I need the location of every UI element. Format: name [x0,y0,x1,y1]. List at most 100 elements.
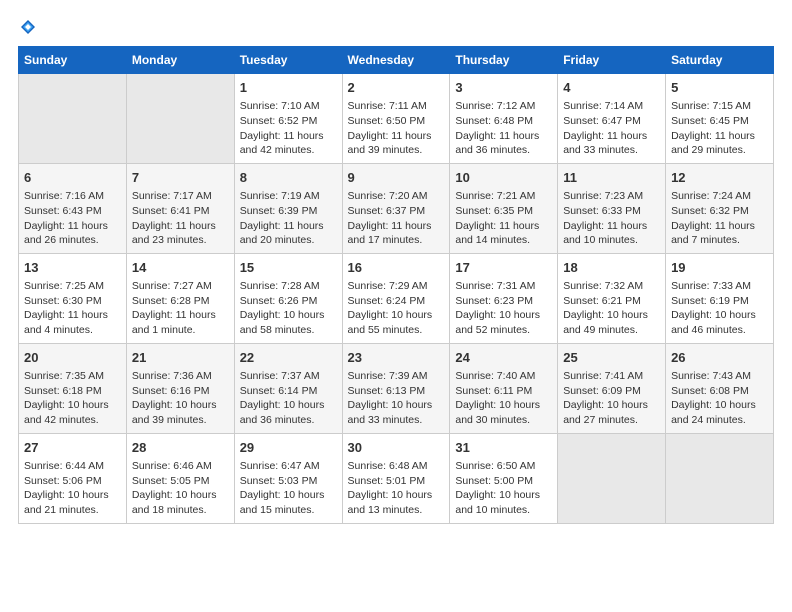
calendar-cell: 8 Sunrise: 7:19 AM Sunset: 6:39 PM Daylig… [234,163,342,253]
cell-content: Sunrise: 7:14 AM Sunset: 6:47 PM Dayligh… [563,99,660,158]
calendar-cell: 11 Sunrise: 7:23 AM Sunset: 6:33 PM Dayli… [558,163,666,253]
calendar-cell: 16Sunrise: 7:29 AM Sunset: 6:24 PM Dayli… [342,253,450,343]
calendar-cell: 29 Sunrise: 6:47 AM Sunset: 5:03 PM Dayli… [234,433,342,523]
cell-content: Sunrise: 7:23 AM Sunset: 6:33 PM Dayligh… [563,189,660,248]
calendar-cell: 22 Sunrise: 7:37 AM Sunset: 6:14 PM Dayli… [234,343,342,433]
header-day-thursday: Thursday [450,47,558,74]
day-number: 23 [348,349,445,367]
header-day-saturday: Saturday [666,47,774,74]
day-number: 13 [24,259,121,277]
cell-content: Sunrise: 7:25 AM Sunset: 6:30 PM Dayligh… [24,279,121,338]
day-number: 20 [24,349,121,367]
cell-content: Sunrise: 6:48 AM Sunset: 5:01 PM Dayligh… [348,459,445,518]
calendar-cell: 1 Sunrise: 7:10 AM Sunset: 6:52 PM Daylig… [234,74,342,164]
header-day-tuesday: Tuesday [234,47,342,74]
day-number: 21 [132,349,229,367]
day-number: 2 [348,79,445,97]
calendar-cell: 9Sunrise: 7:20 AM Sunset: 6:37 PM Daylig… [342,163,450,253]
calendar-cell: 4 Sunrise: 7:14 AM Sunset: 6:47 PM Daylig… [558,74,666,164]
calendar-cell: 7 Sunrise: 7:17 AM Sunset: 6:41 PM Daylig… [126,163,234,253]
day-number: 22 [240,349,337,367]
header-day-monday: Monday [126,47,234,74]
week-row-2: 6 Sunrise: 7:16 AM Sunset: 6:43 PM Daylig… [19,163,774,253]
cell-content: Sunrise: 7:37 AM Sunset: 6:14 PM Dayligh… [240,369,337,428]
cell-content: Sunrise: 7:19 AM Sunset: 6:39 PM Dayligh… [240,189,337,248]
cell-content: Sunrise: 6:44 AM Sunset: 5:06 PM Dayligh… [24,459,121,518]
calendar-cell: 13 Sunrise: 7:25 AM Sunset: 6:30 PM Dayli… [19,253,127,343]
day-number: 1 [240,79,337,97]
cell-content: Sunrise: 7:41 AM Sunset: 6:09 PM Dayligh… [563,369,660,428]
header-day-sunday: Sunday [19,47,127,74]
cell-content: Sunrise: 7:43 AM Sunset: 6:08 PM Dayligh… [671,369,768,428]
header-day-friday: Friday [558,47,666,74]
cell-content: Sunrise: 7:21 AM Sunset: 6:35 PM Dayligh… [455,189,552,248]
cell-content: Sunrise: 7:31 AM Sunset: 6:23 PM Dayligh… [455,279,552,338]
header-day-wednesday: Wednesday [342,47,450,74]
day-number: 16 [348,259,445,277]
day-number: 26 [671,349,768,367]
cell-content: Sunrise: 7:35 AM Sunset: 6:18 PM Dayligh… [24,369,121,428]
week-row-5: 27 Sunrise: 6:44 AM Sunset: 5:06 PM Dayli… [19,433,774,523]
cell-content: Sunrise: 6:47 AM Sunset: 5:03 PM Dayligh… [240,459,337,518]
calendar-cell: 3 Sunrise: 7:12 AM Sunset: 6:48 PM Daylig… [450,74,558,164]
header-row: SundayMondayTuesdayWednesdayThursdayFrid… [19,47,774,74]
calendar-cell [666,433,774,523]
day-number: 10 [455,169,552,187]
calendar-cell: 20 Sunrise: 7:35 AM Sunset: 6:18 PM Dayli… [19,343,127,433]
cell-content: Sunrise: 7:33 AM Sunset: 6:19 PM Dayligh… [671,279,768,338]
cell-content: Sunrise: 7:40 AM Sunset: 6:11 PM Dayligh… [455,369,552,428]
calendar-cell [558,433,666,523]
calendar-cell: 30Sunrise: 6:48 AM Sunset: 5:01 PM Dayli… [342,433,450,523]
day-number: 14 [132,259,229,277]
day-number: 8 [240,169,337,187]
calendar-cell: 25 Sunrise: 7:41 AM Sunset: 6:09 PM Dayli… [558,343,666,433]
calendar-cell: 27 Sunrise: 6:44 AM Sunset: 5:06 PM Dayli… [19,433,127,523]
cell-content: Sunrise: 7:32 AM Sunset: 6:21 PM Dayligh… [563,279,660,338]
calendar-table: SundayMondayTuesdayWednesdayThursdayFrid… [18,46,774,524]
calendar-cell: 17 Sunrise: 7:31 AM Sunset: 6:23 PM Dayli… [450,253,558,343]
logo-icon [19,18,37,36]
calendar-cell: 21 Sunrise: 7:36 AM Sunset: 6:16 PM Dayli… [126,343,234,433]
day-number: 17 [455,259,552,277]
calendar-cell: 10 Sunrise: 7:21 AM Sunset: 6:35 PM Dayli… [450,163,558,253]
day-number: 25 [563,349,660,367]
cell-content: Sunrise: 7:16 AM Sunset: 6:43 PM Dayligh… [24,189,121,248]
cell-content: Sunrise: 6:46 AM Sunset: 5:05 PM Dayligh… [132,459,229,518]
day-number: 15 [240,259,337,277]
cell-content: Sunrise: 7:12 AM Sunset: 6:48 PM Dayligh… [455,99,552,158]
day-number: 5 [671,79,768,97]
cell-content: Sunrise: 7:10 AM Sunset: 6:52 PM Dayligh… [240,99,337,158]
cell-content: Sunrise: 7:28 AM Sunset: 6:26 PM Dayligh… [240,279,337,338]
day-number: 6 [24,169,121,187]
calendar-cell: 26 Sunrise: 7:43 AM Sunset: 6:08 PM Dayli… [666,343,774,433]
calendar-cell: 6 Sunrise: 7:16 AM Sunset: 6:43 PM Daylig… [19,163,127,253]
calendar-cell [19,74,127,164]
cell-content: Sunrise: 7:27 AM Sunset: 6:28 PM Dayligh… [132,279,229,338]
day-number: 9 [348,169,445,187]
week-row-3: 13 Sunrise: 7:25 AM Sunset: 6:30 PM Dayli… [19,253,774,343]
logo [18,18,37,36]
day-number: 18 [563,259,660,277]
day-number: 24 [455,349,552,367]
day-number: 11 [563,169,660,187]
calendar-page: SundayMondayTuesdayWednesdayThursdayFrid… [0,0,792,612]
day-number: 3 [455,79,552,97]
header [18,18,774,36]
calendar-cell: 23 Sunrise: 7:39 AM Sunset: 6:13 PM Dayli… [342,343,450,433]
cell-content: Sunrise: 7:11 AM Sunset: 6:50 PM Dayligh… [348,99,445,158]
cell-content: Sunrise: 6:50 AM Sunset: 5:00 PM Dayligh… [455,459,552,518]
calendar-cell: 31Sunrise: 6:50 AM Sunset: 5:00 PM Dayli… [450,433,558,523]
day-number: 29 [240,439,337,457]
calendar-cell: 2 Sunrise: 7:11 AM Sunset: 6:50 PM Daylig… [342,74,450,164]
day-number: 7 [132,169,229,187]
calendar-cell [126,74,234,164]
day-number: 27 [24,439,121,457]
calendar-cell: 19Sunrise: 7:33 AM Sunset: 6:19 PM Dayli… [666,253,774,343]
cell-content: Sunrise: 7:17 AM Sunset: 6:41 PM Dayligh… [132,189,229,248]
cell-content: Sunrise: 7:39 AM Sunset: 6:13 PM Dayligh… [348,369,445,428]
cell-content: Sunrise: 7:36 AM Sunset: 6:16 PM Dayligh… [132,369,229,428]
cell-content: Sunrise: 7:24 AM Sunset: 6:32 PM Dayligh… [671,189,768,248]
week-row-4: 20 Sunrise: 7:35 AM Sunset: 6:18 PM Dayli… [19,343,774,433]
day-number: 4 [563,79,660,97]
calendar-cell: 28Sunrise: 6:46 AM Sunset: 5:05 PM Dayli… [126,433,234,523]
